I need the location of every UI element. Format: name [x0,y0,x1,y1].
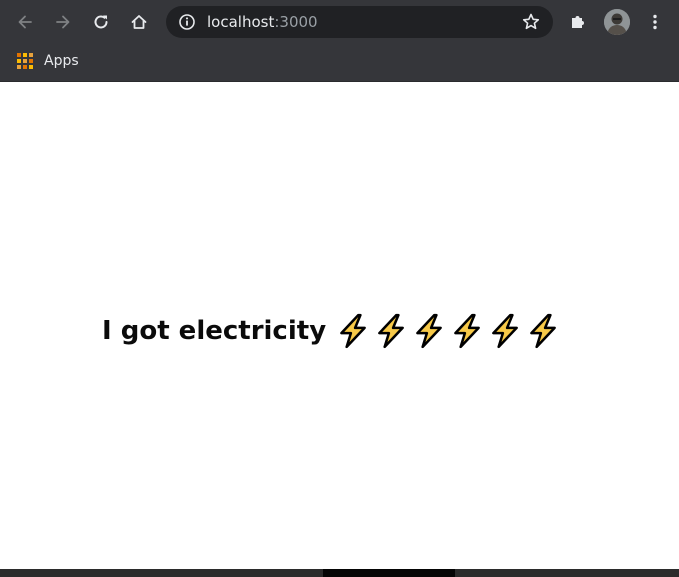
bookmarks-bar: Apps [0,44,679,82]
back-arrow-icon [18,15,32,29]
star-icon[interactable] [521,12,541,32]
headline-text: I got electricity [102,316,327,346]
kebab-menu-icon [653,14,657,30]
bolt-row [334,312,562,350]
lightning-bolt-icon [454,313,481,349]
taskbar-active-item[interactable] [323,569,455,577]
apps-bookmark[interactable]: Apps [16,51,79,71]
back-button[interactable] [11,8,39,36]
address-url[interactable]: localhost:3000 [207,13,318,31]
home-button[interactable] [125,8,153,36]
profile-photo [604,9,630,35]
lightning-bolt-icon [378,313,405,349]
page-viewport: I got electricity [0,82,679,569]
info-icon[interactable] [178,13,196,31]
taskbar [0,569,679,577]
forward-button[interactable] [49,8,77,36]
lightning-bolt-icon [492,313,519,349]
reload-icon [94,15,108,29]
extensions-button[interactable] [564,8,592,36]
forward-arrow-icon [56,15,70,29]
apps-grid-icon [17,53,33,69]
url-port: :3000 [274,13,318,31]
browser-window: localhost:3000 Apps I got electricity [0,0,679,577]
home-icon [131,15,147,29]
address-bar[interactable]: localhost:3000 [166,6,553,38]
lightning-bolt-icon [340,313,367,349]
lightning-bolt-icon [416,313,443,349]
apps-label: Apps [44,53,79,69]
puzzle-icon [572,16,584,28]
lightning-bolt-icon [530,313,557,349]
menu-button[interactable] [641,8,669,36]
url-host: localhost [207,13,275,31]
reload-button[interactable] [87,8,115,36]
avatar[interactable] [604,9,630,35]
browser-toolbar: localhost:3000 [0,0,679,44]
headline: I got electricity [102,312,562,350]
